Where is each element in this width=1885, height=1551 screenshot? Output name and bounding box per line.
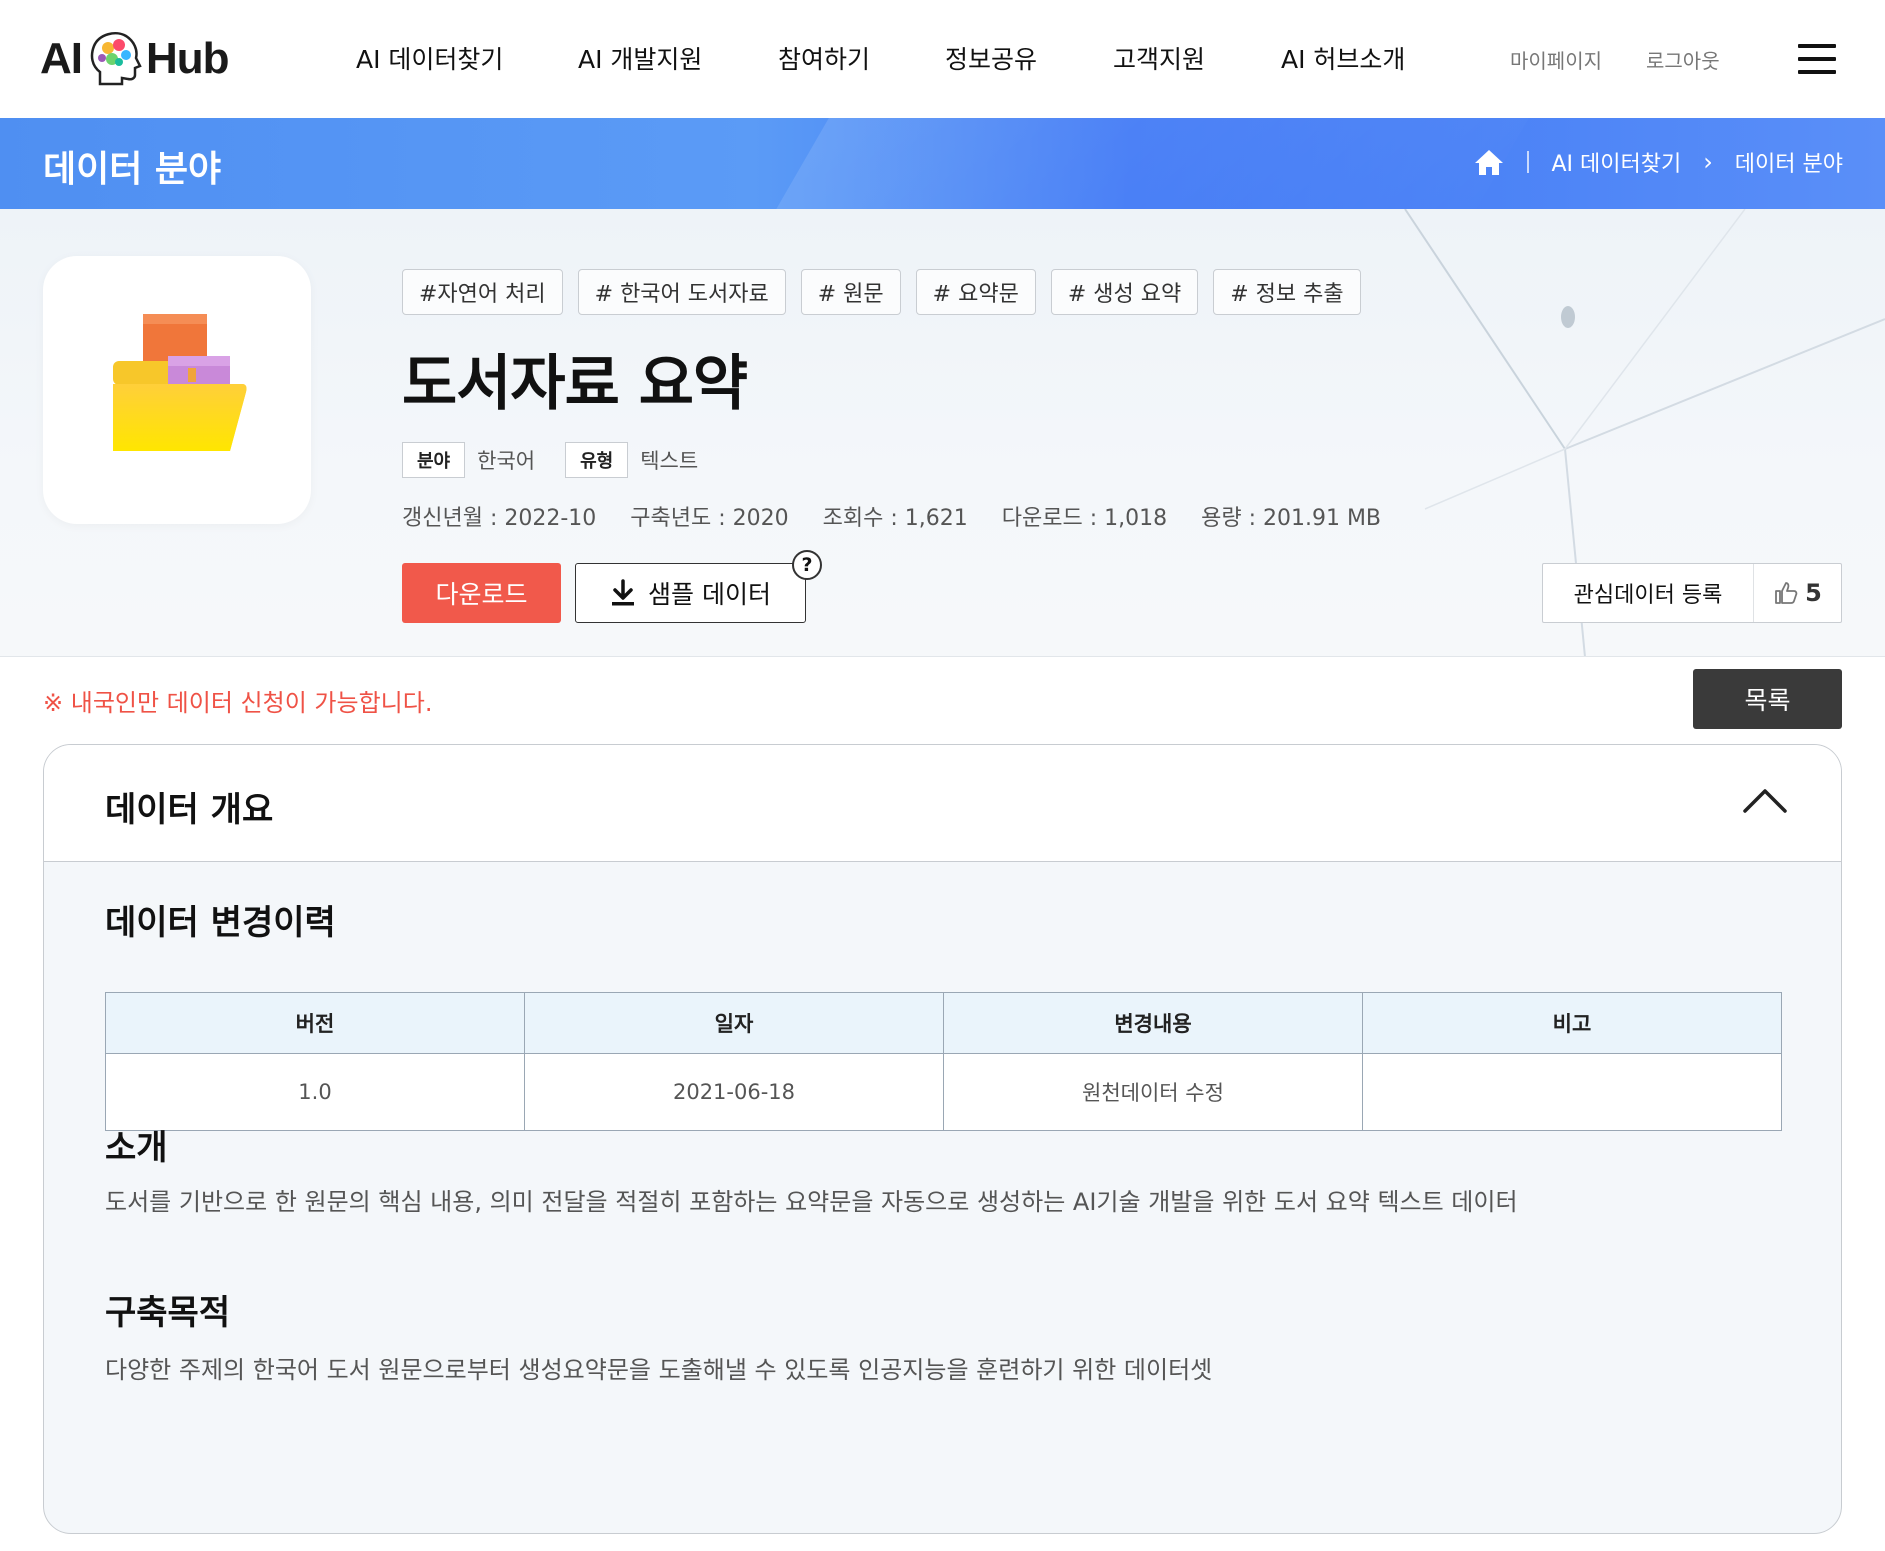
- tag-generative-summary[interactable]: # 생성 요약: [1050, 269, 1199, 315]
- stat-updated: 갱신년월 : 2022-10: [402, 506, 597, 531]
- cell-version: 1.0: [105, 1053, 525, 1131]
- chevron-up-icon[interactable]: [1741, 785, 1789, 815]
- stat-views: 조회수 : 1,621: [822, 506, 968, 531]
- cell-changes: 원천데이터 수정: [943, 1053, 1363, 1131]
- table-row: 1.0 2021-06-18 원천데이터 수정: [105, 1053, 1782, 1131]
- help-question-icon[interactable]: ?: [792, 550, 822, 580]
- intro-title: 소개: [105, 1128, 168, 1168]
- keyword-tags: #자연어 처리 # 한국어 도서자료 # 원문 # 요약문 # 생성 요약 # …: [402, 269, 1376, 315]
- field-value: 한국어: [477, 449, 536, 473]
- history-title: 데이터 변경이력: [105, 903, 336, 943]
- type-label: 유형: [565, 442, 629, 478]
- dataset-category: 분야 한국어 유형 텍스트: [402, 442, 728, 478]
- menu-about-aihub[interactable]: AI 허브소개: [1281, 40, 1405, 76]
- breadcrumb-item-data-field[interactable]: 데이터 분야: [1735, 146, 1843, 178]
- dataset-summary: #자연어 처리 # 한국어 도서자료 # 원문 # 요약문 # 생성 요약 # …: [0, 209, 1885, 657]
- breadcrumb: AI 데이터찾기 › 데이터 분야: [1473, 146, 1843, 178]
- tag-info-extraction[interactable]: # 정보 추출: [1213, 269, 1361, 315]
- menu-participate[interactable]: 참여하기: [778, 40, 870, 76]
- tag-nlp[interactable]: #자연어 처리: [402, 269, 563, 315]
- intro-text: 도서를 기반으로 한 원문의 핵심 내용, 의미 전달을 적절히 포함하는 요약…: [105, 1188, 1518, 1216]
- stat-size: 용량 : 201.91 MB: [1201, 506, 1382, 531]
- folder-with-books-icon: [113, 314, 247, 451]
- section-title-band: 데이터 분야 AI 데이터찾기 › 데이터 분야: [0, 118, 1885, 209]
- col-notes: 비고: [1362, 992, 1782, 1054]
- overview-accordion-header[interactable]: 데이터 개요: [44, 745, 1841, 862]
- mypage-link[interactable]: 마이페이지: [1510, 45, 1602, 74]
- hamburger-menu-icon[interactable]: [1798, 44, 1836, 74]
- stat-built-year: 구축년도 : 2020: [630, 506, 789, 531]
- change-history-table: 버전 일자 변경내용 비고 1.0 2021-06-18 원천데이터 수정: [105, 992, 1782, 1131]
- field-label: 분야: [402, 442, 466, 478]
- favorite-box: 관심데이터 등록 5: [1542, 563, 1842, 623]
- col-date: 일자: [524, 992, 944, 1054]
- col-changes: 변경내용: [943, 992, 1363, 1054]
- logo-text-ai: AI: [40, 34, 83, 83]
- logo-text-hub: Hub: [146, 34, 230, 83]
- brain-head-icon: [90, 32, 142, 86]
- tag-korean-books[interactable]: # 한국어 도서자료: [577, 269, 786, 315]
- menu-ai-dev-support[interactable]: AI 개발지원: [578, 40, 702, 76]
- aihub-logo[interactable]: AI Hub: [40, 24, 230, 94]
- breadcrumb-divider: [1527, 151, 1530, 173]
- add-favorite-button[interactable]: 관심데이터 등록: [1543, 564, 1754, 622]
- like-count: 5: [1805, 579, 1822, 607]
- stat-downloads: 다운로드 : 1,018: [1001, 506, 1168, 531]
- list-button[interactable]: 목록: [1693, 669, 1842, 729]
- breadcrumb-item-ai-data-search[interactable]: AI 데이터찾기: [1551, 146, 1681, 178]
- chevron-right-icon: ›: [1703, 148, 1713, 176]
- tag-summary[interactable]: # 요약문: [915, 269, 1036, 315]
- top-navigation: AI Hub AI 데이터찾기 AI 개발지원 참여하기 정보공유 고객지원 A…: [0, 0, 1885, 118]
- download-button[interactable]: 다운로드: [402, 563, 561, 623]
- purpose-text: 다양한 주제의 한국어 도서 원문으로부터 생성요약문을 도출해낼 수 있도록 …: [105, 1356, 1213, 1384]
- menu-customer-support[interactable]: 고객지원: [1113, 40, 1205, 76]
- purpose-title: 구축목적: [105, 1293, 231, 1333]
- cell-notes: [1362, 1053, 1782, 1131]
- tag-original-text[interactable]: # 원문: [800, 269, 901, 315]
- dataset-thumbnail: [43, 256, 311, 524]
- sample-data-label: 샘플 데이터: [648, 580, 771, 609]
- logout-link[interactable]: 로그아웃: [1646, 45, 1720, 74]
- cell-date: 2021-06-18: [524, 1053, 944, 1131]
- type-value: 텍스트: [640, 449, 699, 473]
- table-header-row: 버전 일자 변경내용 비고: [105, 992, 1782, 1054]
- dataset-stats: 갱신년월 : 2022-10 구축년도 : 2020 조회수 : 1,621 다…: [402, 500, 1415, 532]
- menu-info-share[interactable]: 정보공유: [945, 40, 1037, 76]
- domestic-only-notice: ※ 내국인만 데이터 신청이 가능합니다.: [43, 689, 433, 717]
- download-icon: [612, 579, 635, 606]
- home-icon[interactable]: [1473, 148, 1505, 176]
- dataset-title: 도서자료 요약: [402, 349, 748, 419]
- sample-data-button[interactable]: 샘플 데이터: [575, 563, 806, 623]
- col-version: 버전: [105, 992, 525, 1054]
- section-title: 데이터 분야: [43, 149, 222, 190]
- like-button[interactable]: 5: [1754, 579, 1841, 607]
- overview-title: 데이터 개요: [105, 790, 274, 830]
- thumbs-up-icon: [1775, 582, 1798, 604]
- menu-ai-data-search[interactable]: AI 데이터찾기: [356, 40, 503, 76]
- data-overview-panel: 데이터 개요 데이터 변경이력 버전 일자 변경내용 비고 1.0 2021-0…: [43, 744, 1842, 1534]
